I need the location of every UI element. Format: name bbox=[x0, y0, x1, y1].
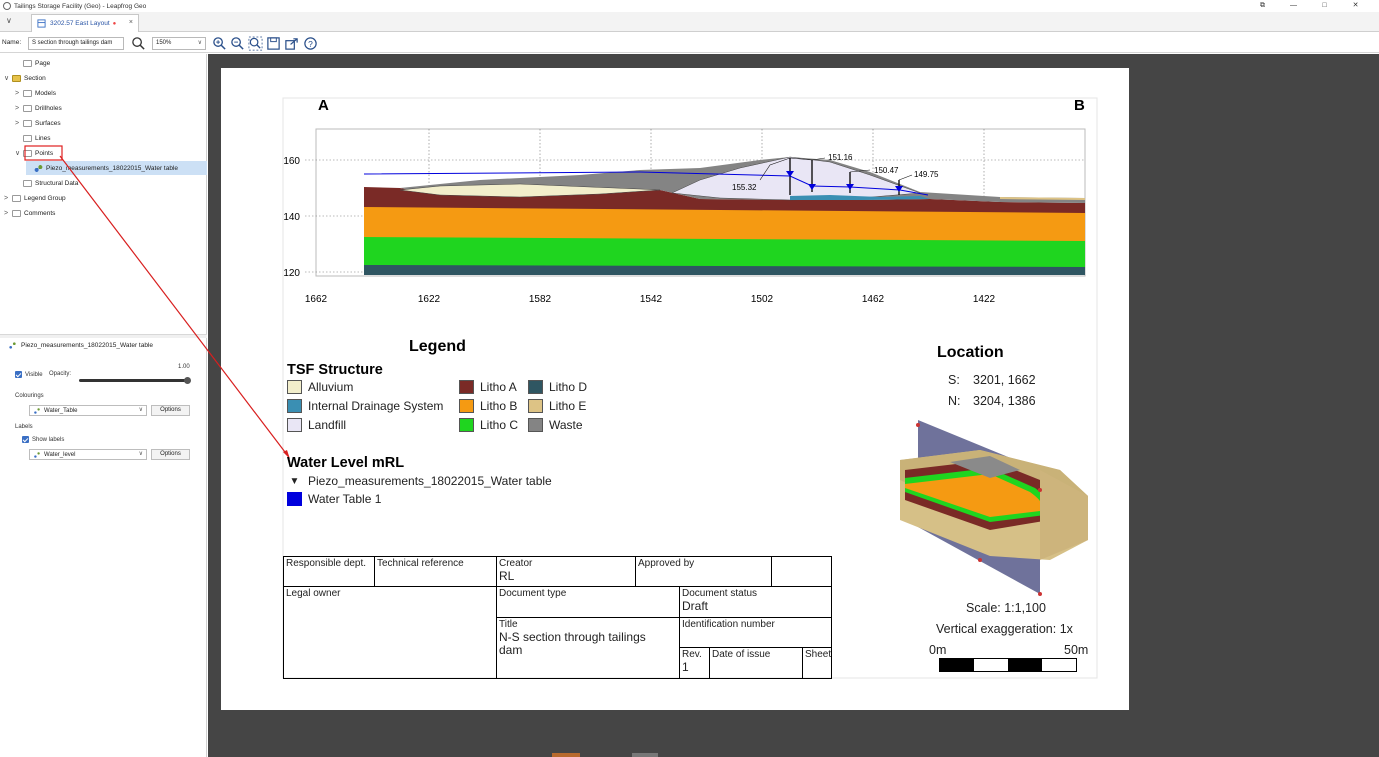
sheet-cell: Sheet bbox=[805, 649, 832, 660]
document-type-cell: Document type bbox=[497, 587, 680, 618]
legend-item: Waste bbox=[528, 418, 583, 432]
approved-by-cell: Approved by bbox=[636, 557, 772, 587]
legend-item-label: Litho B bbox=[480, 399, 518, 413]
legend-item-label: Litho E bbox=[549, 399, 587, 413]
legend-swatch bbox=[528, 399, 543, 413]
document-status-label: Document status bbox=[682, 588, 758, 599]
legend-water-table-item: Water Table 1 bbox=[287, 492, 381, 506]
identification-number-cell: Identification number bbox=[680, 618, 832, 648]
legend-item: Litho B bbox=[459, 399, 517, 413]
legend-swatch bbox=[459, 418, 474, 432]
location-s-value: 3201, 1662 bbox=[973, 373, 1036, 387]
legend-swatch bbox=[287, 418, 302, 432]
title-cell: Title N-S section through tailings dam bbox=[497, 618, 680, 679]
annotation-arrow-line bbox=[59, 155, 289, 457]
scale-start-label: 0m bbox=[929, 643, 947, 657]
rev-label: Rev. bbox=[682, 649, 702, 660]
piezo-annotation: 149.75 bbox=[914, 170, 939, 179]
water-level-heading: Water Level mRL bbox=[287, 455, 405, 471]
legend-item-label: Litho D bbox=[549, 380, 588, 394]
document-status-value: Draft bbox=[682, 598, 709, 613]
legend-item: Litho D bbox=[528, 380, 587, 394]
creator-cell: Creator RL bbox=[497, 557, 636, 587]
scale-text: Scale: 1:1,100 bbox=[966, 601, 1046, 615]
legend-swatch bbox=[528, 380, 543, 394]
x-tick-label: 1542 bbox=[640, 294, 663, 305]
vertical-exaggeration-text: Vertical exaggeration: 1x bbox=[936, 622, 1073, 636]
rev-value: 1 bbox=[682, 659, 689, 674]
x-tick-label: 1502 bbox=[751, 294, 774, 305]
legend-item: Litho E bbox=[528, 399, 586, 413]
legend-item-label: Landfill bbox=[308, 418, 347, 432]
legend-item: Landfill bbox=[287, 418, 346, 432]
location-s-label: S: bbox=[948, 373, 960, 387]
legend-swatch bbox=[528, 418, 543, 432]
y-tick-label: 140 bbox=[283, 212, 300, 223]
x-tick-label: 1662 bbox=[305, 294, 328, 305]
rev-cell: Rev. 1 bbox=[680, 648, 710, 679]
legend-item-label: Waste bbox=[549, 418, 583, 432]
water-table-swatch bbox=[287, 492, 302, 506]
litho-c-layer bbox=[364, 236, 1085, 267]
section-label-b: B bbox=[1074, 97, 1085, 114]
legend-title: Legend bbox=[409, 338, 466, 355]
title-label: Title bbox=[499, 619, 518, 630]
x-tick-label: 1422 bbox=[973, 294, 996, 305]
legend-item-label: Litho C bbox=[480, 418, 519, 432]
legend-piezo-label: Piezo_measurements_18022015_Water table bbox=[308, 474, 552, 488]
x-tick-label: 1462 bbox=[862, 294, 885, 305]
tsf-structure-heading: TSF Structure bbox=[287, 362, 383, 378]
legend-item: Internal Drainage System bbox=[287, 399, 443, 413]
scale-end-label: 50m bbox=[1064, 643, 1089, 657]
legend-item: Alluvium bbox=[287, 380, 353, 394]
legend-item: Litho A bbox=[459, 380, 517, 394]
legend-swatch bbox=[459, 399, 474, 413]
x-tick-label: 1582 bbox=[529, 294, 552, 305]
piezo-annotation: 151.16 bbox=[828, 153, 853, 162]
title-value: N-S section through tailings dam bbox=[499, 629, 646, 658]
legend-swatch bbox=[459, 380, 474, 394]
scale-bar bbox=[939, 658, 1077, 672]
legend-swatch bbox=[287, 399, 302, 413]
location-n-value: 3204, 1386 bbox=[973, 394, 1036, 408]
legend-swatch bbox=[287, 380, 302, 394]
x-tick-label: 1622 bbox=[418, 294, 441, 305]
title-block: Responsible dept. Technical reference Cr… bbox=[283, 556, 832, 679]
legend-item-label: Alluvium bbox=[308, 380, 354, 394]
piezo-triangle-icon: ▼ bbox=[289, 475, 300, 487]
piezo-annotation: 150.47 bbox=[874, 166, 899, 175]
technical-reference-cell: Technical reference bbox=[375, 557, 497, 587]
x-axis-ticks: 1662 1622 1582 1542 1502 1462 1422 bbox=[305, 294, 996, 305]
legend-item: Litho C bbox=[459, 418, 518, 432]
creator-value: RL bbox=[499, 568, 515, 583]
piezo-annotation: 155.32 bbox=[732, 183, 757, 192]
legal-owner-cell: Legal owner bbox=[284, 587, 497, 679]
document-status-cell: Document status Draft bbox=[680, 587, 832, 618]
y-tick-label: 120 bbox=[283, 268, 300, 279]
highlight-box bbox=[24, 145, 63, 161]
responsible-dept-cell: Responsible dept. bbox=[284, 557, 375, 587]
y-tick-label: 160 bbox=[283, 156, 300, 167]
legend-item-label: Litho A bbox=[480, 380, 517, 394]
legend-piezo-item: ▼ Piezo_measurements_18022015_Water tabl… bbox=[287, 474, 552, 488]
creator-label: Creator bbox=[499, 558, 533, 569]
legend-water-table-label: Water Table 1 bbox=[308, 492, 382, 506]
approved-extra-cell bbox=[772, 557, 832, 587]
location-n-label: N: bbox=[948, 394, 961, 408]
date-of-issue-cell: Date of issue bbox=[710, 648, 803, 679]
location-title: Location bbox=[937, 344, 1004, 361]
section-label-a: A bbox=[318, 97, 329, 114]
legend-item-label: Internal Drainage System bbox=[308, 399, 444, 413]
location-3d-model bbox=[900, 420, 1088, 594]
